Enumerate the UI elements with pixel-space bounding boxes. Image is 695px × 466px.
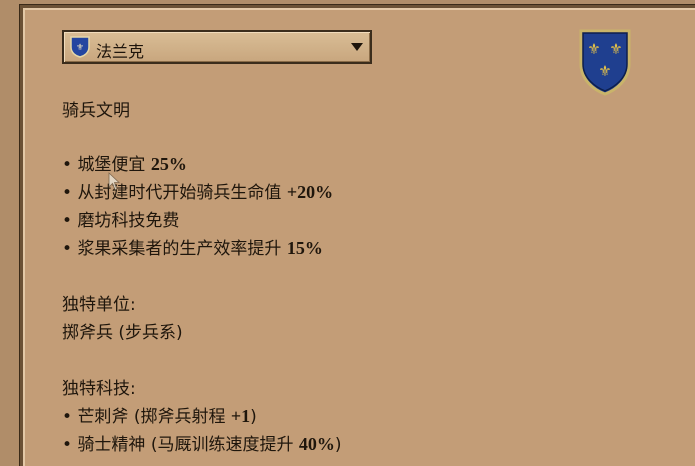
unique-tech-item: • 骑士精神 (马厩训练速度提升 40%) — [62, 434, 342, 455]
bonus-item: • 浆果采集者的生产效率提升 15% — [62, 238, 323, 259]
unique-tech-item: • 芒刺斧 (掷斧兵射程 +1) — [62, 406, 257, 427]
bonus-item: • 从封建时代开始骑兵生命值 +20% — [62, 182, 334, 203]
svg-text:⚜: ⚜ — [609, 40, 622, 58]
france-crest-icon: ⚜ ⚜ ⚜ — [579, 29, 631, 96]
svg-text:⚜: ⚜ — [587, 40, 600, 58]
unique-tech-header: 独特科技: — [62, 379, 136, 399]
svg-text:⚜: ⚜ — [76, 43, 84, 53]
civ-dropdown[interactable]: ⚜ 法兰克 — [62, 30, 372, 64]
unique-unit-header: 独特单位: — [62, 295, 136, 315]
civ-type-label: 骑兵文明 — [62, 101, 130, 121]
mouse-cursor-icon — [108, 172, 121, 191]
bonus-item: • 磨坊科技免费 — [62, 211, 180, 231]
svg-text:⚜: ⚜ — [598, 62, 611, 80]
chevron-down-icon[interactable] — [350, 41, 364, 53]
france-flag-icon: ⚜ — [70, 36, 90, 58]
civ-dropdown-value: 法兰克 — [96, 42, 145, 61]
bonus-item: • 城堡便宜 25% — [62, 154, 187, 175]
unique-unit: 掷斧兵 (步兵系) — [62, 323, 183, 343]
